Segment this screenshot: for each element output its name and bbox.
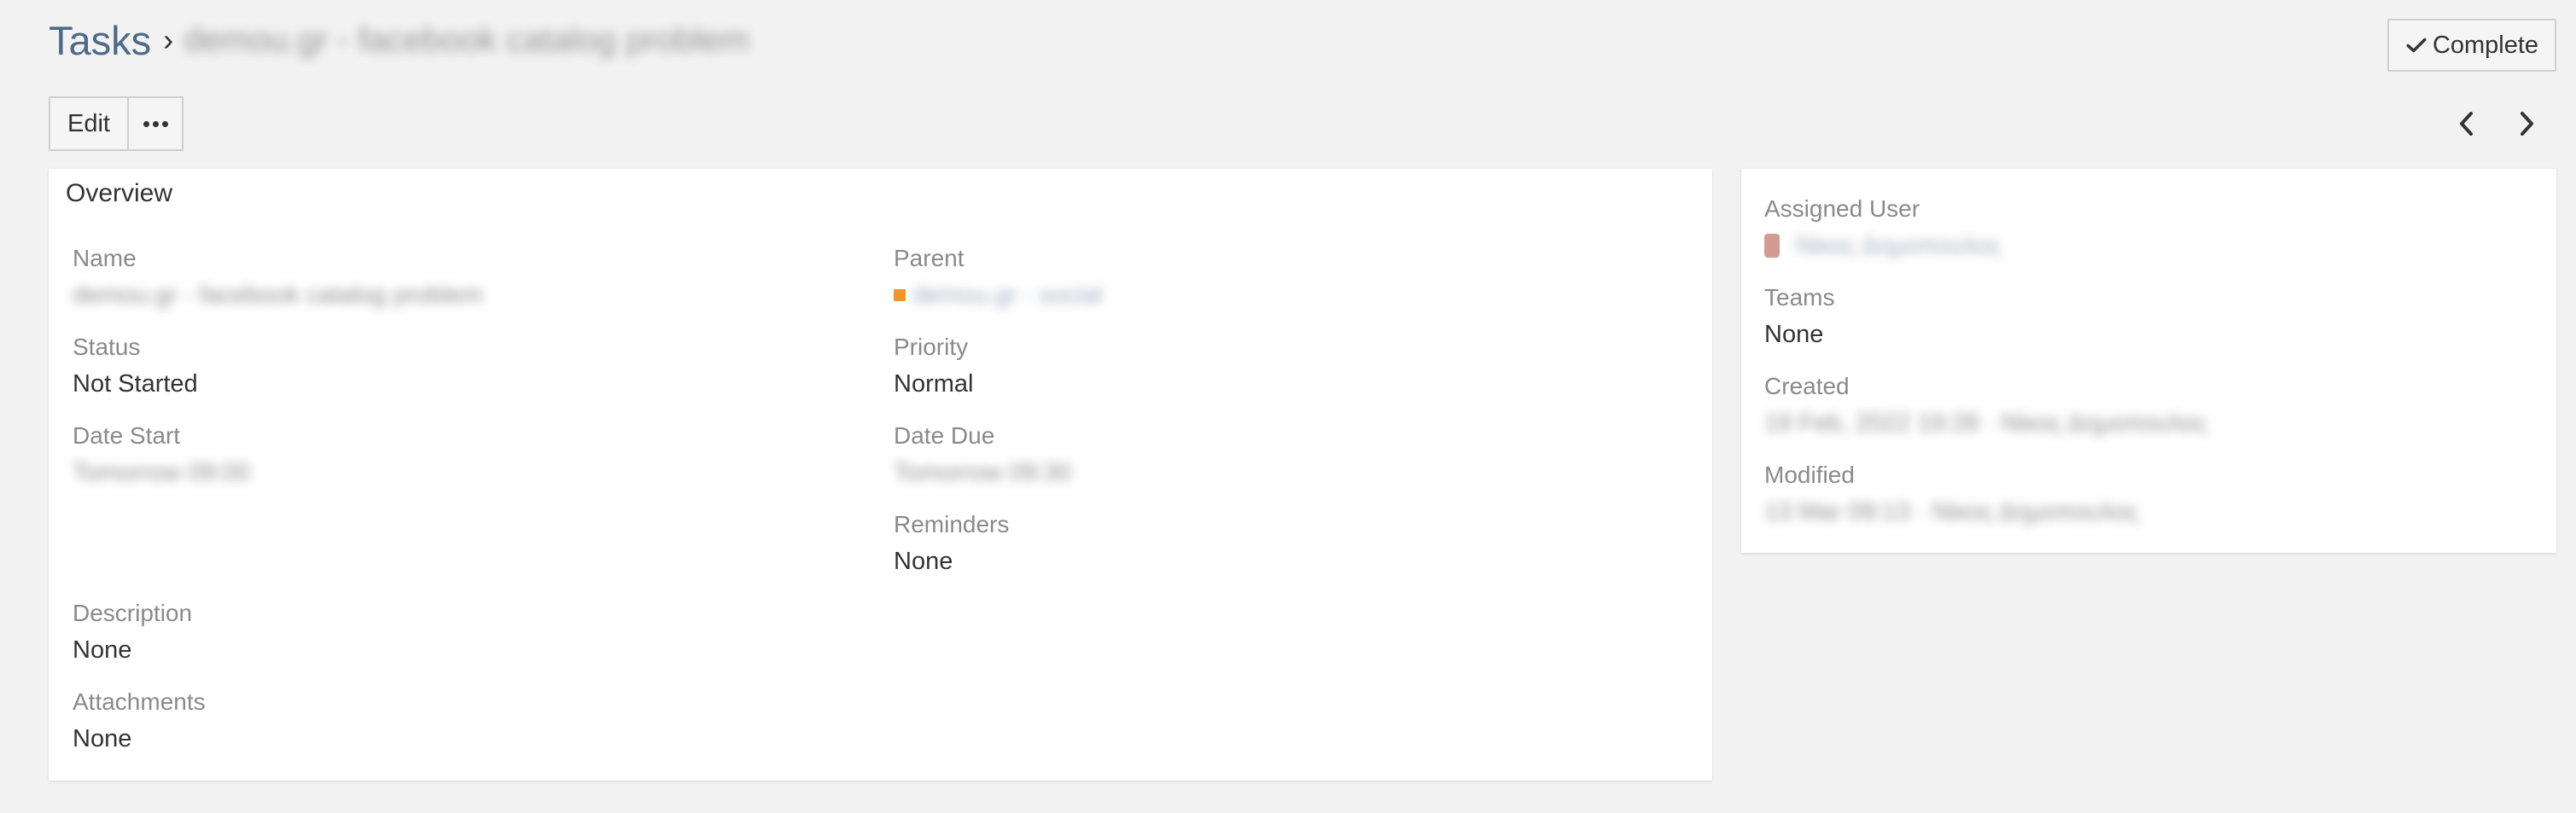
- field-assigned-user: Assigned User Νίκος Δημοπουλος: [1764, 193, 2515, 263]
- chevron-right-icon: [2521, 112, 2533, 136]
- record-actions: Edit: [49, 96, 184, 151]
- field-label: Teams: [1764, 284, 1835, 311]
- field-label: Date Due: [894, 422, 995, 449]
- field-label: Attachments: [73, 688, 206, 715]
- field-created: Created 19 Feb, 2022 19:28 · Νίκος Δημοπ…: [1764, 370, 2515, 440]
- field-priority: Priority Normal: [894, 331, 1645, 401]
- field-value: None: [73, 725, 132, 752]
- assigned-user-value: Νίκος Δημοπουλος: [1764, 229, 2515, 263]
- field-modified: Modified 13 Mar 09:13 · Νίκος Δημοπουλος: [1764, 459, 2515, 529]
- more-actions-button[interactable]: [127, 96, 184, 151]
- avatar: [1764, 234, 1780, 258]
- field-label: Status: [73, 334, 141, 360]
- field-status: Status Not Started: [73, 331, 824, 401]
- next-record-button[interactable]: [2505, 102, 2548, 145]
- field-label: Priority: [894, 334, 969, 360]
- field-teams: Teams None: [1764, 282, 2515, 351]
- record-title: demou.gr - facebook catalog problem: [184, 20, 749, 59]
- breadcrumb-separator: ›: [163, 22, 174, 57]
- side-panel: Assigned User Νίκος Δημοπουλος Teams Non…: [1741, 169, 2556, 553]
- breadcrumb: Tasks › demou.gr - facebook catalog prob…: [49, 12, 866, 68]
- assigned-user-link[interactable]: Νίκος Δημοπουλος: [1795, 229, 2002, 263]
- field-label: Description: [73, 600, 193, 626]
- field-value: None: [1764, 321, 1824, 348]
- breadcrumb-tasks-link[interactable]: Tasks: [49, 17, 151, 64]
- complete-button[interactable]: Complete: [2387, 19, 2556, 72]
- parent-value: demou.gr - social: [894, 278, 1645, 312]
- field-description: Description None: [73, 597, 824, 667]
- field-attachments: Attachments None: [73, 686, 824, 756]
- field-value: Tomorrow 09:00: [73, 459, 250, 486]
- field-value: 13 Mar 09:13 · Νίκος Δημοπουλος: [1764, 498, 2139, 526]
- ellipsis-icon: [143, 120, 168, 127]
- parent-link[interactable]: demou.gr - social: [912, 278, 1102, 312]
- edit-button[interactable]: Edit: [49, 96, 129, 151]
- field-label: Date Start: [73, 422, 181, 449]
- field-parent: Parent demou.gr - social: [894, 242, 1645, 312]
- field-label: Assigned User: [1764, 195, 1920, 222]
- field-value: 19 Feb, 2022 19:28 · Νίκος Δημοπουλος: [1764, 409, 2208, 437]
- field-value: Not Started: [73, 370, 198, 398]
- previous-record-button[interactable]: [2445, 102, 2488, 145]
- field-value: demou.gr - facebook catalog problem: [73, 282, 483, 309]
- field-reminders: Reminders None: [894, 508, 1645, 578]
- check-icon: [2406, 38, 2427, 53]
- field-date-due: Date Due Tomorrow 09:30: [894, 420, 1645, 490]
- field-value: Normal: [894, 370, 974, 398]
- parent-type-marker: [894, 289, 906, 301]
- field-label: Modified: [1764, 462, 1855, 488]
- field-label: Reminders: [894, 511, 1010, 537]
- complete-button-label: Complete: [2432, 31, 2539, 59]
- field-value: None: [73, 636, 132, 664]
- field-value: None: [894, 548, 953, 575]
- field-label: Name: [73, 245, 137, 271]
- field-date-start: Date Start Tomorrow 09:00: [73, 420, 824, 490]
- field-value: Tomorrow 09:30: [894, 459, 1071, 486]
- overview-heading: Overview: [66, 179, 173, 207]
- field-name: Name demou.gr - facebook catalog problem: [73, 242, 824, 312]
- field-label: Parent: [894, 245, 965, 271]
- overview-panel: Overview Name demou.gr - facebook catalo…: [49, 169, 1712, 781]
- field-label: Created: [1764, 373, 1850, 399]
- chevron-left-icon: [2460, 112, 2473, 136]
